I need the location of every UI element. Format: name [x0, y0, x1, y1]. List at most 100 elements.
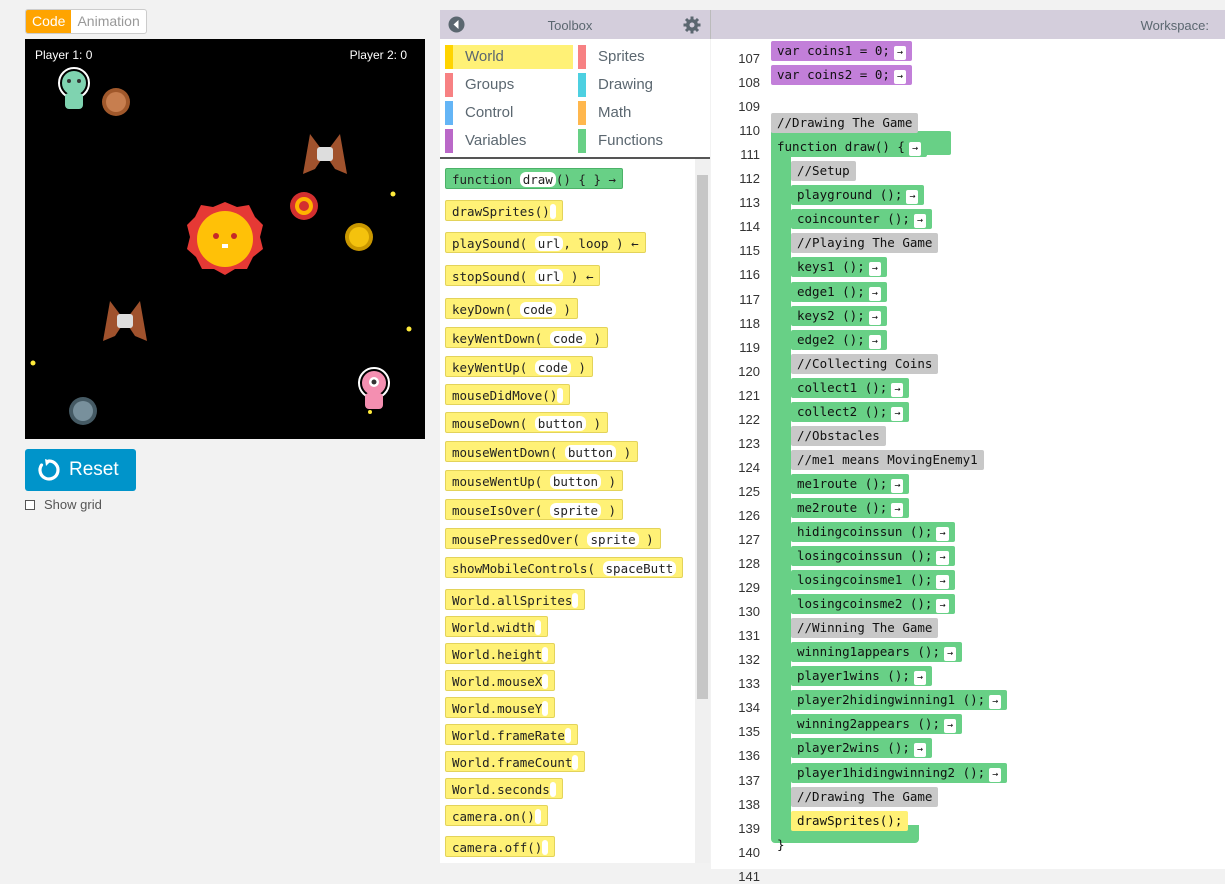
code-block[interactable]: //me1 means MovingEnemy1: [791, 449, 984, 470]
block-argument[interactable]: code: [519, 302, 556, 317]
block-argument[interactable]: [572, 755, 579, 770]
palette-scroll-thumb[interactable]: [697, 175, 708, 699]
code-block[interactable]: me2route (); →: [791, 497, 910, 518]
arrow-icon[interactable]: →: [893, 70, 906, 85]
gear-icon[interactable]: [683, 16, 701, 34]
palette-block[interactable]: World.width: [445, 616, 548, 637]
arrow-icon[interactable]: →: [936, 575, 949, 590]
arrow-icon[interactable]: →: [989, 767, 1002, 782]
block-argument[interactable]: [564, 728, 571, 743]
code-block[interactable]: losingcoinssun (); →: [791, 546, 955, 567]
arrow-icon[interactable]: →: [936, 527, 949, 541]
block-argument[interactable]: button: [564, 445, 617, 460]
code-block[interactable]: var coins2 = 0; →: [771, 65, 912, 86]
block-argument[interactable]: [542, 840, 549, 855]
code-block[interactable]: function draw() {→: [771, 137, 927, 158]
category-drawing[interactable]: Drawing: [578, 73, 706, 97]
category-control[interactable]: Control: [445, 101, 573, 125]
code-block[interactable]: collect1 (); →: [791, 377, 910, 398]
palette-block[interactable]: mouseWentDown( button ): [445, 441, 639, 462]
code-block[interactable]: drawSprites();: [791, 810, 909, 831]
arrow-icon[interactable]: →: [913, 214, 926, 229]
code-block[interactable]: winning2appears (); →: [791, 714, 963, 735]
palette-block[interactable]: stopSound( url ) ←: [445, 265, 601, 286]
code-block[interactable]: //Collecting Coins: [791, 353, 939, 374]
palette-block[interactable]: mouseDidMove(): [445, 384, 571, 405]
palette-block[interactable]: function draw() { } →: [445, 168, 624, 189]
category-world[interactable]: World: [445, 45, 573, 69]
code-block[interactable]: player2hidingwinning1 (); →: [791, 690, 1008, 711]
code-block[interactable]: player1hidingwinning2 (); →: [791, 762, 1008, 783]
block-argument[interactable]: [542, 701, 549, 716]
code-block[interactable]: //Setup: [791, 161, 856, 182]
code-block[interactable]: //Winning The Game: [791, 618, 939, 639]
palette-block[interactable]: World.allSprites: [445, 589, 586, 610]
block-argument[interactable]: [549, 782, 556, 797]
arrow-icon[interactable]: →: [944, 647, 957, 662]
block-argument[interactable]: [542, 647, 549, 662]
category-math[interactable]: Math: [578, 101, 706, 125]
code-block[interactable]: coincounter (); →: [791, 209, 932, 230]
code-block[interactable]: //Playing The Game: [791, 233, 939, 254]
arrow-icon[interactable]: →: [891, 382, 904, 397]
code-block[interactable]: edge2 (); →: [791, 329, 887, 350]
arrow-icon[interactable]: →: [891, 478, 904, 493]
code-block[interactable]: }: [771, 835, 791, 855]
arrow-icon[interactable]: →: [944, 719, 957, 734]
code-block[interactable]: playground (); →: [791, 185, 925, 206]
block-argument[interactable]: [557, 388, 564, 403]
block-argument[interactable]: [534, 809, 541, 824]
code-block[interactable]: winning1appears (); →: [791, 642, 963, 663]
arrow-icon[interactable]: →: [906, 190, 919, 205]
code-block[interactable]: var coins1 = 0; →: [771, 41, 912, 61]
block-argument[interactable]: button: [534, 416, 586, 431]
block-argument[interactable]: [542, 674, 549, 689]
block-argument[interactable]: [549, 204, 556, 219]
arrow-icon[interactable]: →: [868, 262, 881, 277]
show-grid-checkbox[interactable]: [25, 499, 35, 510]
arrow-icon[interactable]: →: [936, 551, 949, 566]
palette-block[interactable]: drawSprites(): [445, 200, 563, 221]
arrow-icon[interactable]: →: [908, 142, 921, 157]
code-block[interactable]: //Drawing The Game: [771, 113, 919, 134]
code-block[interactable]: //Obstacles: [791, 425, 886, 446]
block-argument[interactable]: button: [549, 474, 601, 489]
block-argument[interactable]: url: [534, 236, 564, 251]
category-groups[interactable]: Groups: [445, 73, 573, 97]
block-argument[interactable]: code: [549, 331, 586, 346]
arrow-icon[interactable]: →: [868, 334, 881, 349]
palette-block[interactable]: camera.on(): [445, 805, 548, 826]
block-argument[interactable]: code: [534, 360, 571, 375]
code-block[interactable]: keys2 (); →: [791, 305, 887, 326]
palette-block[interactable]: World.mouseY: [445, 697, 556, 718]
game-canvas[interactable]: Player 1: 0 Player 2: 0: [25, 39, 425, 439]
palette-block[interactable]: World.height: [445, 643, 556, 664]
block-argument[interactable]: [572, 593, 579, 608]
code-block[interactable]: keys1 (); →: [791, 257, 887, 278]
arrow-icon[interactable]: →: [891, 406, 904, 421]
palette-block[interactable]: mousePressedOver( sprite ): [445, 528, 661, 549]
show-grid-toggle[interactable]: Show grid: [25, 497, 102, 512]
palette-block[interactable]: mouseDown( button ): [445, 412, 609, 433]
category-functions[interactable]: Functions: [578, 129, 706, 153]
palette-scrollbar[interactable]: [695, 159, 710, 863]
palette-block[interactable]: keyWentDown( code ): [445, 327, 609, 348]
palette-block[interactable]: mouseWentUp( button ): [445, 470, 624, 491]
code-block[interactable]: losingcoinsme2 (); →: [791, 594, 955, 615]
palette-block[interactable]: mouseIsOver( sprite ): [445, 499, 624, 520]
palette-block[interactable]: World.mouseX: [445, 670, 556, 691]
block-argument[interactable]: url: [534, 269, 564, 284]
category-variables[interactable]: Variables: [445, 129, 573, 153]
code-block[interactable]: hidingcoinssun (); →: [791, 522, 955, 542]
block-argument[interactable]: spaceButt: [602, 561, 677, 576]
palette-block[interactable]: World.frameRate: [445, 724, 578, 745]
palette-block[interactable]: camera.off(): [445, 836, 556, 857]
code-block[interactable]: losingcoinsme1 (); →: [791, 570, 955, 591]
palette-block[interactable]: playSound( url, loop ) ←: [445, 232, 646, 253]
palette-block[interactable]: World.frameCount: [445, 751, 586, 772]
code-block[interactable]: //Drawing The Game: [791, 786, 939, 807]
arrow-icon[interactable]: →: [893, 46, 906, 60]
block-argument[interactable]: sprite: [549, 503, 601, 518]
animation-mode-tab[interactable]: Animation: [71, 10, 145, 33]
reset-button[interactable]: Reset: [25, 449, 136, 491]
